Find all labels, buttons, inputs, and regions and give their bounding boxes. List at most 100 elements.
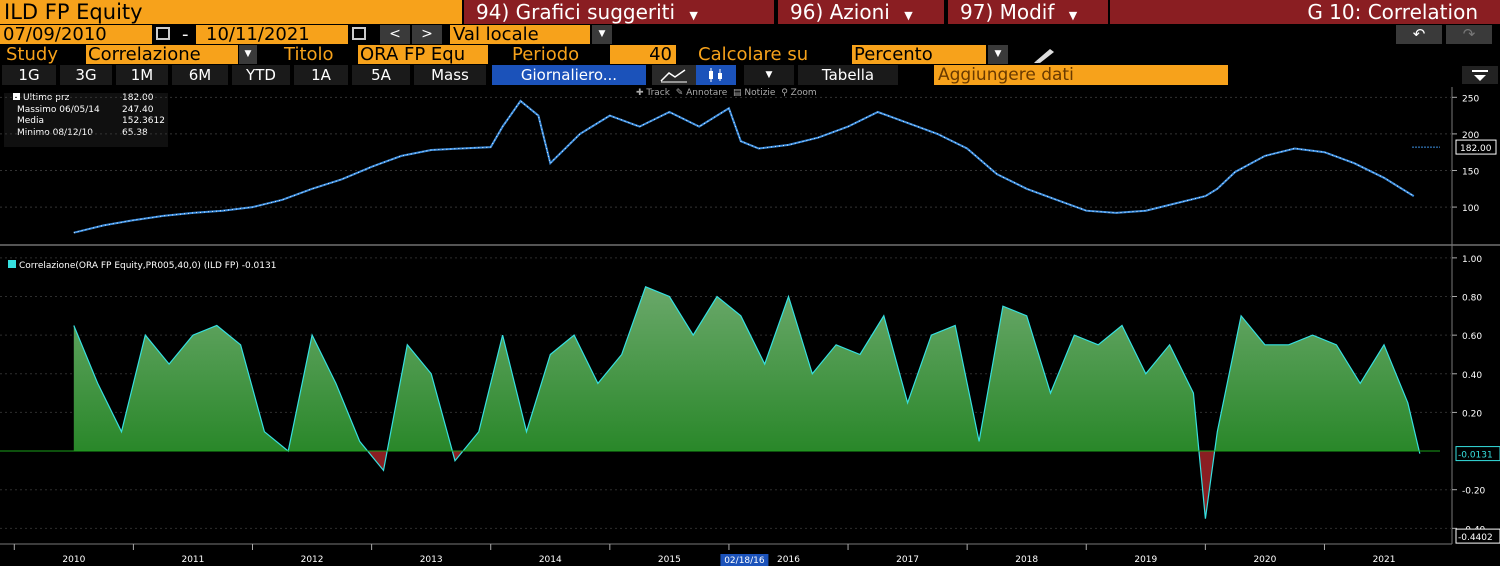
corr-negative-area bbox=[73, 451, 1420, 519]
calendar-icon[interactable] bbox=[352, 27, 366, 40]
calcolare-label: Calcolare su bbox=[698, 44, 809, 65]
menu-azioni-label: 96) Azioni bbox=[790, 0, 890, 24]
menu-modif-label: 97) Modif bbox=[960, 0, 1055, 24]
chevron-down-icon[interactable]: ▼ bbox=[592, 25, 612, 44]
next-date-button[interactable]: > bbox=[412, 25, 442, 44]
menu-grafici-label: 94) Grafici suggeriti bbox=[476, 0, 676, 24]
price-y-tick-label: 250 bbox=[1462, 94, 1479, 104]
x-tick-label: 2011 bbox=[181, 555, 204, 565]
zoom-button[interactable]: Zoom bbox=[791, 88, 817, 98]
chevron-down-icon: ▼ bbox=[1068, 9, 1078, 22]
redo-button[interactable]: ↷ bbox=[1446, 25, 1492, 44]
legend-max-value: 247.40 bbox=[122, 104, 154, 115]
pencil-icon[interactable] bbox=[1030, 46, 1060, 64]
currency-select[interactable]: Val locale bbox=[450, 25, 590, 44]
price-series-line bbox=[73, 99, 1415, 234]
x-tick-label: 2018 bbox=[1015, 555, 1038, 565]
prev-date-button[interactable]: < bbox=[380, 25, 410, 44]
calcolare-select[interactable]: Percento bbox=[852, 45, 986, 64]
x-tick-label: 2012 bbox=[301, 555, 324, 565]
correlation-legend-text: Correlazione(ORA FP Equity,PR005,40,0) (… bbox=[19, 261, 277, 271]
study-label: Study bbox=[6, 44, 58, 65]
undo-button[interactable]: ↶ bbox=[1396, 25, 1442, 44]
x-tick-label: 2020 bbox=[1253, 555, 1276, 565]
chevron-down-icon[interactable]: ▼ bbox=[239, 45, 257, 64]
legend-last-label: Ultimo prz bbox=[23, 93, 70, 103]
price-y-tick-label: 100 bbox=[1462, 204, 1479, 214]
period-button-1a[interactable]: 1A bbox=[294, 65, 348, 85]
last-price-label: 182.00 bbox=[1460, 144, 1492, 154]
ticker-field[interactable]: ILD FP Equity bbox=[0, 0, 462, 24]
cursor-date-label: 02/18/16 bbox=[724, 556, 765, 566]
x-tick-label: 2010 bbox=[62, 555, 85, 565]
corr-series-line bbox=[73, 286, 1421, 519]
x-tick-label: 2017 bbox=[896, 555, 919, 565]
track-button[interactable]: Track bbox=[646, 88, 670, 98]
cursor-date-box bbox=[720, 554, 769, 566]
menu-azioni[interactable]: 96) Azioni ▼ bbox=[778, 0, 944, 24]
x-tick-label: 2013 bbox=[420, 555, 443, 565]
menu-grafici-suggeriti[interactable]: 94) Grafici suggeriti ▼ bbox=[464, 0, 774, 24]
start-date-field[interactable]: 07/09/2010 bbox=[0, 25, 152, 44]
corr-last-box bbox=[1455, 446, 1500, 462]
x-tick-label: 2014 bbox=[539, 555, 562, 565]
menu-modif[interactable]: 97) Modif ▼ bbox=[948, 0, 1108, 24]
period-button-1m[interactable]: 1M bbox=[116, 65, 168, 85]
menu-hamburger-icon[interactable] bbox=[1462, 66, 1498, 84]
study-select[interactable]: Correlazione bbox=[86, 45, 238, 64]
chevron-down-icon[interactable]: ▼ bbox=[988, 45, 1008, 64]
corr-min-box bbox=[1455, 528, 1500, 544]
chevron-down-icon: ▼ bbox=[904, 9, 913, 22]
titolo-field[interactable]: ORA FP Equ bbox=[358, 45, 488, 64]
period-button-3g[interactable]: 3G bbox=[60, 65, 112, 85]
period-button-mass[interactable]: Mass bbox=[414, 65, 486, 85]
chart-type-dropdown[interactable]: ▼ bbox=[744, 65, 794, 85]
zoom-icon[interactable]: ⚲ bbox=[781, 88, 788, 98]
corr-y-tick-label: 0.20 bbox=[1462, 409, 1482, 419]
corr-min-label: -0.4402 bbox=[1458, 533, 1493, 543]
price-y-tick-label: 150 bbox=[1462, 167, 1479, 177]
end-date-field[interactable]: 10/11/2021 bbox=[196, 25, 348, 44]
add-data-field[interactable]: Aggiungere dati bbox=[934, 65, 1228, 85]
calendar-icon[interactable] bbox=[156, 27, 170, 40]
tabella-button[interactable]: Tabella bbox=[798, 65, 898, 85]
candlestick-icon[interactable] bbox=[696, 65, 736, 85]
legend-mean-value: 152.3612 bbox=[122, 116, 165, 126]
legend-swatch bbox=[8, 260, 16, 268]
x-tick-label: 2016 bbox=[777, 555, 800, 565]
period-button-5a[interactable]: 5A bbox=[352, 65, 410, 85]
annotate-icon[interactable]: ✎ bbox=[676, 88, 684, 98]
legend-min-label: Minimo 08/12/10 bbox=[17, 127, 94, 138]
annotate-button[interactable]: Annotare bbox=[686, 88, 727, 98]
line-chart-icon[interactable] bbox=[652, 65, 696, 85]
corr-last-label: -0.0131 bbox=[1458, 451, 1493, 461]
legend-min-value: 65.38 bbox=[122, 127, 148, 138]
corr-positive-area bbox=[73, 286, 1420, 452]
news-button[interactable]: Notizie bbox=[744, 88, 775, 98]
legend-max-label: Massimo 06/05/14 bbox=[17, 104, 100, 115]
corr-y-tick-label: 1.00 bbox=[1462, 255, 1482, 265]
last-price-box bbox=[1455, 139, 1497, 155]
x-tick-label: 2015 bbox=[658, 555, 681, 565]
x-tick-label: 2019 bbox=[1134, 555, 1157, 565]
legend-last-value: 182.00 bbox=[122, 93, 154, 103]
periodo-label: Periodo bbox=[512, 44, 580, 65]
corr-y-tick-label: 0.40 bbox=[1462, 371, 1482, 381]
frequency-select[interactable]: Giornaliero... bbox=[492, 65, 646, 85]
period-button-6m[interactable]: 6M bbox=[172, 65, 228, 85]
corr-y-tick-label: -0.40 bbox=[1462, 525, 1486, 535]
period-button-ytd[interactable]: YTD bbox=[232, 65, 290, 85]
news-icon[interactable]: ▤ bbox=[733, 88, 742, 98]
price-series-highlight bbox=[73, 100, 1415, 234]
periodo-field[interactable]: 40 bbox=[610, 45, 676, 64]
track-icon[interactable]: ✚ bbox=[636, 88, 644, 98]
correlation-legend: Correlazione(ORA FP Equity,PR005,40,0) (… bbox=[8, 260, 276, 272]
chevron-down-icon: ▼ bbox=[689, 9, 698, 22]
legend-mean-label: Media bbox=[17, 116, 45, 126]
titolo-label: Titolo bbox=[284, 44, 334, 65]
period-button-1g[interactable]: 1G bbox=[2, 65, 56, 85]
panel-separator bbox=[0, 244, 1500, 246]
price-legend: Ultimo prz 182.00 Massimo 06/05/14 247.40 … bbox=[4, 93, 168, 147]
corr-y-tick-label: 0.60 bbox=[1462, 332, 1482, 342]
chart-mini-toolbar: ✚ Track ✎ Annotare ▤ Notizie ⚲ Zoom bbox=[636, 87, 817, 99]
